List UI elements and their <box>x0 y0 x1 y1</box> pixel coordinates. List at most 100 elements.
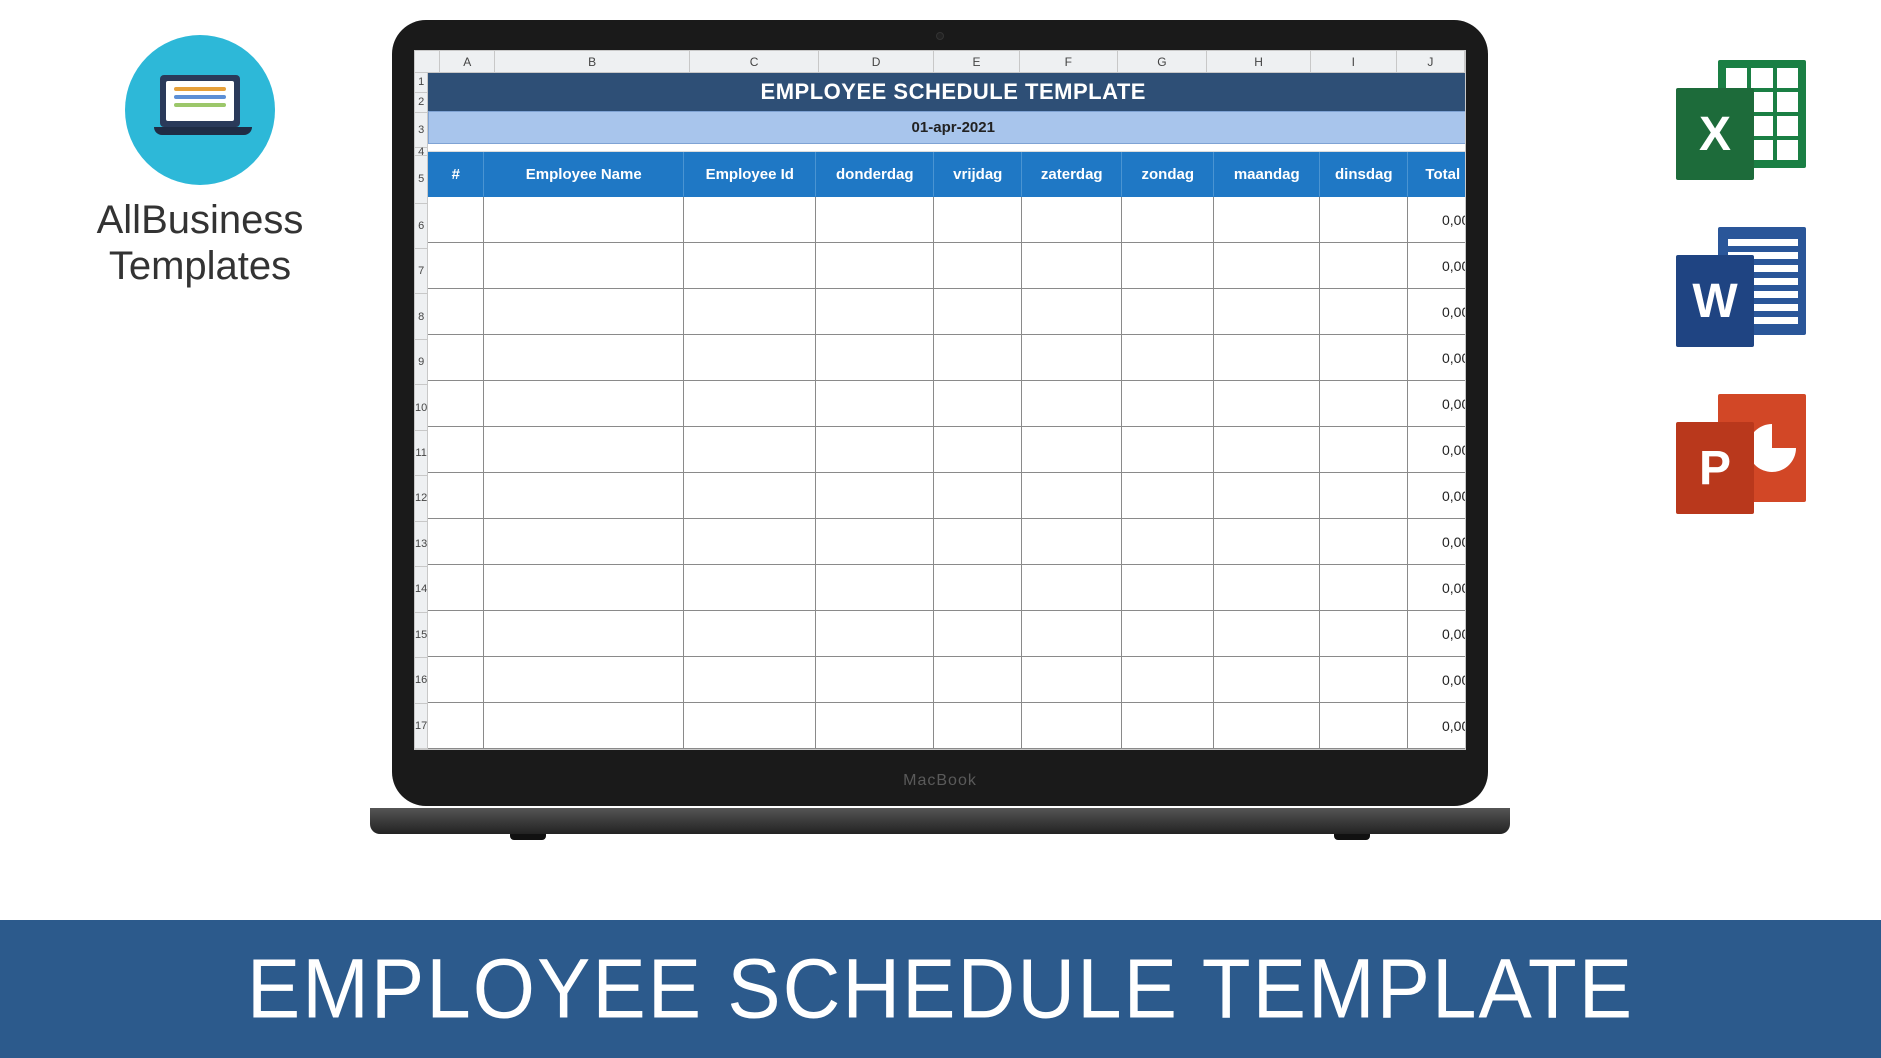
cell-total[interactable]: 0,00 <box>1408 289 1466 335</box>
row-number[interactable]: 9 <box>415 340 428 385</box>
cell[interactable] <box>484 197 684 243</box>
cell[interactable] <box>1022 197 1122 243</box>
header-day[interactable]: zondag <box>1122 152 1214 197</box>
cell[interactable] <box>1320 289 1408 335</box>
cell[interactable] <box>428 473 484 519</box>
cell[interactable] <box>1214 289 1320 335</box>
cell[interactable] <box>934 657 1022 703</box>
header-day[interactable]: maandag <box>1214 152 1320 197</box>
cell[interactable] <box>934 289 1022 335</box>
cell[interactable] <box>684 289 816 335</box>
header-day[interactable]: donderdag <box>816 152 934 197</box>
cell[interactable] <box>484 519 684 565</box>
cell[interactable] <box>1320 565 1408 611</box>
cell[interactable] <box>428 289 484 335</box>
cell[interactable] <box>1214 197 1320 243</box>
cell[interactable] <box>428 703 484 749</box>
cell[interactable] <box>1022 657 1122 703</box>
cell[interactable] <box>1022 519 1122 565</box>
header-num[interactable]: # <box>428 152 484 197</box>
cell-total[interactable]: 0,00 <box>1408 473 1466 519</box>
cell[interactable] <box>1214 611 1320 657</box>
header-employee-id[interactable]: Employee Id <box>684 152 816 197</box>
col-letter[interactable]: F <box>1020 51 1118 73</box>
row-number[interactable]: 7 <box>415 249 428 294</box>
cell[interactable] <box>934 427 1022 473</box>
row-number[interactable]: 16 <box>415 658 428 703</box>
cell[interactable] <box>1320 611 1408 657</box>
cell[interactable] <box>934 565 1022 611</box>
header-total[interactable]: Total <box>1408 152 1466 197</box>
cell-total[interactable]: 0,00 <box>1408 381 1466 427</box>
col-letter[interactable]: J <box>1397 51 1465 73</box>
col-letter[interactable]: H <box>1207 51 1310 73</box>
cell[interactable] <box>1214 519 1320 565</box>
header-day[interactable]: zaterdag <box>1022 152 1122 197</box>
cell[interactable] <box>1320 427 1408 473</box>
col-letter[interactable]: B <box>495 51 690 73</box>
cell[interactable] <box>1214 473 1320 519</box>
cell[interactable] <box>1122 657 1214 703</box>
cell[interactable] <box>816 335 934 381</box>
cell[interactable] <box>1214 657 1320 703</box>
cell[interactable] <box>816 703 934 749</box>
cell-total[interactable]: 0,00 <box>1408 427 1466 473</box>
cell[interactable] <box>684 197 816 243</box>
col-letter[interactable]: E <box>934 51 1020 73</box>
cell[interactable] <box>428 657 484 703</box>
cell[interactable] <box>934 519 1022 565</box>
header-day[interactable]: dinsdag <box>1320 152 1408 197</box>
cell[interactable] <box>816 473 934 519</box>
cell[interactable] <box>428 427 484 473</box>
cell-total[interactable]: 0,00 <box>1408 657 1466 703</box>
cell[interactable] <box>816 427 934 473</box>
cell[interactable] <box>816 565 934 611</box>
cell[interactable] <box>1022 289 1122 335</box>
cell[interactable] <box>816 519 934 565</box>
cell[interactable] <box>1214 703 1320 749</box>
row-number[interactable]: 2 <box>415 93 428 113</box>
cell[interactable] <box>428 243 484 289</box>
cell[interactable] <box>1320 381 1408 427</box>
cell[interactable] <box>1022 243 1122 289</box>
row-number[interactable]: 10 <box>415 385 428 430</box>
cell[interactable] <box>1320 519 1408 565</box>
cell[interactable] <box>428 335 484 381</box>
cell[interactable] <box>1320 335 1408 381</box>
cell[interactable] <box>1122 197 1214 243</box>
cell[interactable] <box>1320 703 1408 749</box>
cell[interactable] <box>684 335 816 381</box>
cell[interactable] <box>484 381 684 427</box>
cell[interactable] <box>428 381 484 427</box>
cell[interactable] <box>684 657 816 703</box>
cell[interactable] <box>1022 427 1122 473</box>
cell[interactable] <box>816 381 934 427</box>
cell[interactable] <box>1122 335 1214 381</box>
cell-total[interactable]: 0,00 <box>1408 611 1466 657</box>
cell[interactable] <box>428 519 484 565</box>
cell[interactable] <box>484 565 684 611</box>
row-number[interactable]: 11 <box>415 431 428 476</box>
cell[interactable] <box>484 657 684 703</box>
cell[interactable] <box>1022 611 1122 657</box>
cell[interactable] <box>1214 427 1320 473</box>
cell-total[interactable]: 0,00 <box>1408 519 1466 565</box>
cell[interactable] <box>484 243 684 289</box>
cell[interactable] <box>816 197 934 243</box>
cell[interactable] <box>428 611 484 657</box>
cell[interactable] <box>684 427 816 473</box>
row-number[interactable]: 4 <box>415 148 428 156</box>
cell-total[interactable]: 0,00 <box>1408 335 1466 381</box>
cell[interactable] <box>1122 243 1214 289</box>
cell[interactable] <box>684 565 816 611</box>
cell[interactable] <box>1122 289 1214 335</box>
row-number[interactable]: 14 <box>415 567 428 612</box>
cell-total[interactable]: 0,00 <box>1408 243 1466 289</box>
cell[interactable] <box>816 243 934 289</box>
cell[interactable] <box>1122 519 1214 565</box>
cell-total[interactable]: 0,00 <box>1408 565 1466 611</box>
cell[interactable] <box>428 565 484 611</box>
cell[interactable] <box>684 381 816 427</box>
cell[interactable] <box>1320 657 1408 703</box>
cell[interactable] <box>934 473 1022 519</box>
